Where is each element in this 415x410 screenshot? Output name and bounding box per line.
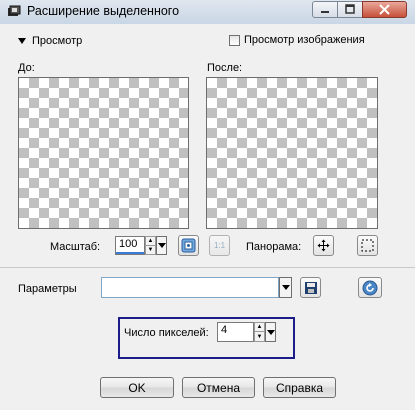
chevron-down-icon (266, 329, 275, 335)
section-divider (0, 267, 415, 268)
pixel-count-label: Число пикселей: (124, 327, 209, 339)
after-label: После: (207, 62, 243, 74)
move-icon (317, 239, 330, 252)
zoom-stepper[interactable]: ▲ ▼ (145, 236, 156, 255)
close-icon (379, 4, 390, 15)
maximize-icon (345, 4, 355, 14)
params-dropdown-button[interactable] (279, 277, 292, 298)
zoom-label: Масштаб: (50, 241, 101, 253)
pixel-down-arrow-icon[interactable]: ▼ (255, 332, 264, 341)
zoom-down-arrow-icon[interactable]: ▼ (146, 246, 155, 255)
zoom-dropdown-button[interactable] (156, 236, 167, 255)
close-button[interactable] (362, 1, 407, 18)
window-title: Расширение выделенного (27, 4, 180, 18)
zoom-fit-icon (181, 238, 196, 253)
pixel-count-dropdown-button[interactable] (265, 322, 276, 342)
pan-button[interactable] (313, 235, 334, 256)
pixel-count-value: 4 (221, 324, 228, 336)
zoom-up-arrow-icon[interactable]: ▲ (146, 237, 155, 246)
preview-toggle-label[interactable]: Просмотр (32, 35, 82, 47)
selection-button[interactable] (357, 235, 378, 256)
reset-icon (362, 280, 378, 295)
title-bar[interactable]: Расширение выделенного (0, 0, 415, 25)
image-preview-label[interactable]: Просмотр изображения (244, 34, 365, 46)
reset-button[interactable] (358, 277, 382, 298)
minimize-icon (321, 11, 329, 13)
pixel-count-stepper[interactable]: ▲ ▼ (254, 322, 265, 342)
zoom-fit-button[interactable] (178, 235, 199, 256)
maximize-button[interactable] (337, 1, 363, 18)
save-disk-icon (304, 281, 317, 294)
params-label: Параметры (18, 283, 77, 295)
before-label: До: (18, 62, 35, 74)
save-preset-button[interactable] (300, 277, 321, 298)
ok-button[interactable]: OK (100, 377, 174, 398)
chevron-down-icon (157, 243, 166, 248)
zoom-value: 100 (119, 238, 138, 250)
actual-size-label: 1:1 (213, 241, 226, 250)
pixel-count-input[interactable]: 4 (217, 322, 254, 342)
cancel-button[interactable]: Отмена (182, 377, 255, 398)
app-icon (7, 5, 21, 19)
pan-label: Панорама: (246, 241, 302, 253)
marquee-select-icon (361, 239, 374, 252)
params-select[interactable] (101, 277, 279, 298)
pixel-up-arrow-icon[interactable]: ▲ (255, 323, 264, 332)
minimize-button[interactable] (312, 1, 338, 18)
after-preview[interactable] (206, 77, 378, 229)
before-preview[interactable] (18, 77, 189, 229)
image-preview-checkbox[interactable] (229, 35, 240, 46)
zoom-underline (116, 252, 144, 254)
help-button[interactable]: Справка (263, 377, 336, 398)
chevron-down-icon (281, 285, 290, 290)
dialog-content: Просмотр Просмотр изображения До: После:… (0, 24, 415, 410)
zoom-actual-size-button[interactable]: 1:1 (209, 235, 230, 256)
collapse-arrow-icon[interactable] (18, 38, 26, 44)
